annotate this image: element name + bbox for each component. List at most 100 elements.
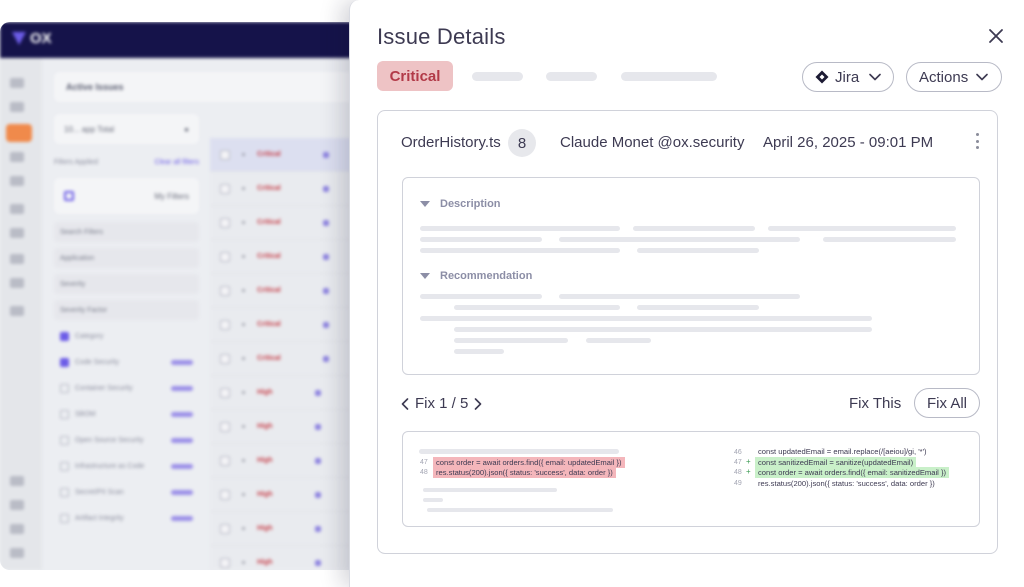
category-icon xyxy=(322,151,329,158)
category-header[interactable]: Category xyxy=(54,326,199,346)
expand-icon[interactable] xyxy=(242,255,245,258)
table-row[interactable]: Critical xyxy=(210,240,370,274)
pipeline-icon[interactable] xyxy=(10,204,24,214)
tag-placeholder xyxy=(472,72,523,81)
row-checkbox[interactable] xyxy=(220,489,230,500)
table-row[interactable]: Critical xyxy=(210,138,370,172)
category-item[interactable]: Infrastructure as Code xyxy=(54,456,199,476)
row-checkbox[interactable] xyxy=(220,183,230,194)
actions-button[interactable]: Actions xyxy=(906,62,1002,92)
row-severity: Critical xyxy=(257,321,281,328)
table-row[interactable]: Critical xyxy=(210,274,370,308)
jira-icon xyxy=(815,70,829,84)
connectors-icon[interactable] xyxy=(10,176,24,186)
text-placeholder xyxy=(586,338,651,343)
row-checkbox[interactable] xyxy=(220,523,230,534)
reports-icon[interactable] xyxy=(10,228,24,238)
help-icon[interactable] xyxy=(10,476,24,486)
caret-down-icon xyxy=(420,273,430,279)
gear-icon[interactable] xyxy=(10,524,24,534)
filters-applied-row: Filters Applied Clear all filters xyxy=(54,158,199,166)
expand-icon[interactable] xyxy=(242,527,245,530)
text-placeholder xyxy=(637,248,759,253)
background-app: OX Active Issues 10... app Total ● Filte… xyxy=(0,22,370,570)
category-item[interactable]: Container Security xyxy=(54,378,199,398)
chevron-left-icon xyxy=(401,397,409,410)
table-row[interactable]: Critical xyxy=(210,206,370,240)
info-icon: ● xyxy=(184,124,189,134)
text-placeholder xyxy=(559,237,800,242)
row-checkbox[interactable] xyxy=(220,251,230,262)
category-item[interactable]: Open Source Security xyxy=(54,430,199,450)
description-toggle[interactable]: Description xyxy=(420,198,501,210)
text-placeholder xyxy=(637,305,759,310)
filter-search-input[interactable]: Search Filters xyxy=(54,222,199,242)
my-filters-card[interactable]: My Filters xyxy=(54,178,199,214)
fix-all-button[interactable]: Fix All xyxy=(914,388,980,418)
row-checkbox[interactable] xyxy=(220,557,230,568)
category-item[interactable]: SBOM xyxy=(54,404,199,424)
expand-icon[interactable] xyxy=(242,289,245,292)
sbom-icon[interactable] xyxy=(10,152,24,162)
category-icon xyxy=(322,287,329,294)
row-checkbox[interactable] xyxy=(220,353,230,364)
severity-dropdown[interactable]: Severity xyxy=(54,274,199,294)
row-checkbox[interactable] xyxy=(220,285,230,296)
audit-icon[interactable] xyxy=(10,278,24,288)
application-dropdown[interactable]: Application xyxy=(54,248,199,268)
category-item[interactable]: Artifact Integrity xyxy=(54,508,199,528)
fix-this-button[interactable]: Fix This xyxy=(849,395,901,412)
settings-icon[interactable] xyxy=(10,306,24,316)
category-item[interactable]: Secret/PII Scan xyxy=(54,482,199,502)
dashboard-icon[interactable] xyxy=(10,78,24,88)
expand-icon[interactable] xyxy=(242,323,245,326)
jira-button[interactable]: Jira xyxy=(802,62,894,92)
code-placeholder xyxy=(423,488,557,492)
collapse-icon[interactable] xyxy=(10,548,24,558)
expand-icon[interactable] xyxy=(242,357,245,360)
category-icon xyxy=(314,491,321,498)
row-checkbox[interactable] xyxy=(220,387,230,398)
row-checkbox[interactable] xyxy=(220,217,230,228)
expand-icon[interactable] xyxy=(242,187,245,190)
table-row[interactable]: High xyxy=(210,444,370,478)
code-diff: 47 const order = await orders.find({ ema… xyxy=(402,431,980,527)
table-row[interactable]: High xyxy=(210,546,370,570)
table-row[interactable]: High xyxy=(210,512,370,546)
category-item[interactable]: Code Security xyxy=(54,352,199,372)
text-placeholder xyxy=(420,226,620,231)
expand-icon[interactable] xyxy=(242,153,245,156)
row-checkbox[interactable] xyxy=(220,149,230,160)
table-row[interactable]: Critical xyxy=(210,308,370,342)
expand-icon[interactable] xyxy=(242,459,245,462)
severity-factor-dropdown[interactable]: Severity Factor xyxy=(54,300,199,320)
row-checkbox[interactable] xyxy=(220,455,230,466)
row-checkbox[interactable] xyxy=(220,421,230,432)
table-row[interactable]: Critical xyxy=(210,342,370,376)
issue-details-modal: Issue Details Critical Jira Actions Orde… xyxy=(349,0,1024,587)
close-button[interactable] xyxy=(987,27,1005,45)
table-row[interactable]: High xyxy=(210,376,370,410)
issues-icon[interactable] xyxy=(6,124,32,142)
expand-icon[interactable] xyxy=(242,493,245,496)
tag-placeholder xyxy=(546,72,597,81)
category-icon xyxy=(322,355,329,362)
row-checkbox[interactable] xyxy=(220,319,230,330)
next-fix-button[interactable] xyxy=(474,397,482,410)
recommendation-toggle[interactable]: Recommendation xyxy=(420,270,532,282)
more-options-button[interactable] xyxy=(972,131,982,151)
previous-fix-button[interactable] xyxy=(401,397,409,410)
user-icon[interactable] xyxy=(10,500,24,510)
expand-icon[interactable] xyxy=(242,391,245,394)
expand-icon[interactable] xyxy=(242,561,245,564)
home-icon[interactable] xyxy=(10,102,24,112)
expand-icon[interactable] xyxy=(242,425,245,428)
file-name[interactable]: OrderHistory.ts xyxy=(401,134,501,151)
table-row[interactable]: High xyxy=(210,478,370,512)
table-row[interactable]: High xyxy=(210,410,370,444)
modal-title: Issue Details xyxy=(377,24,506,49)
table-row[interactable]: Critical xyxy=(210,172,370,206)
expand-icon[interactable] xyxy=(242,221,245,224)
policies-icon[interactable] xyxy=(10,254,24,264)
ox-logo: OX xyxy=(12,30,52,47)
